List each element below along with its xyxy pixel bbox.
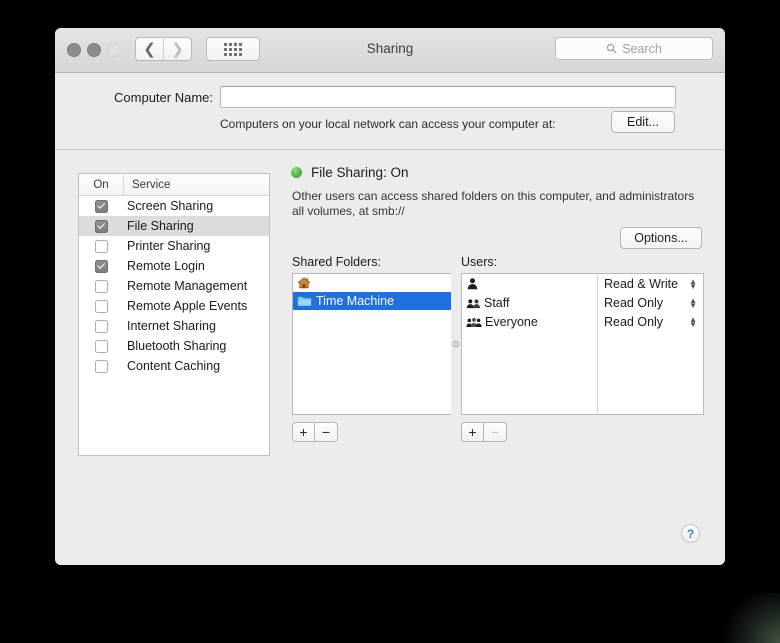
users-list[interactable]: Staff Everyone Read & Write ▲ ▼ Read Only ▲ ▼ R…	[461, 273, 704, 415]
service-name-label: Bluetooth Sharing	[127, 339, 227, 353]
user-permission-value: Read Only	[604, 295, 664, 310]
service-description: Other users can access shared folders on…	[292, 189, 695, 218]
computer-name-section: Computer Name: Computers on your local n…	[55, 73, 725, 150]
checkbox-checked-icon[interactable]	[94, 199, 108, 213]
chevron-updown-icon[interactable]: ▲ ▼	[689, 277, 697, 290]
help-button[interactable]: ?	[681, 524, 700, 543]
checkbox-unchecked-icon[interactable]	[94, 239, 108, 253]
user-row[interactable]: Everyone	[462, 312, 597, 331]
service-checkbox-cell[interactable]	[79, 279, 123, 293]
user-name-label: Everyone	[485, 314, 538, 329]
service-row[interactable]: Screen Sharing	[79, 196, 269, 216]
service-name-label: Content Caching	[127, 359, 221, 373]
checkbox-checked-icon[interactable]	[94, 259, 108, 273]
checkbox-checked-icon[interactable]	[94, 219, 108, 233]
remove-shared-folder-button[interactable]: −	[315, 422, 338, 442]
shared-folders-list[interactable]: Time Machine	[292, 273, 452, 415]
users-label: Users:	[461, 255, 498, 269]
computer-name-label: Computer Name:	[114, 90, 213, 105]
user-permission-popup[interactable]: Read Only ▲ ▼	[598, 293, 703, 312]
service-name-label: Remote Apple Events	[127, 299, 248, 313]
service-status-title: File Sharing: On	[311, 165, 409, 180]
column-header-service: Service	[132, 178, 171, 191]
window-titlebar: ❮ ❯ Sharing Search	[55, 28, 725, 73]
checkbox-unchecked-icon[interactable]	[94, 339, 108, 353]
user-permission-popup[interactable]: Read Only ▲ ▼	[598, 312, 703, 331]
shared-folder-row[interactable]: Time Machine	[293, 292, 451, 310]
service-row[interactable]: Remote Login	[79, 256, 269, 276]
chevron-updown-icon[interactable]: ▲ ▼	[689, 315, 697, 328]
column-header-on: On	[79, 174, 124, 195]
service-row[interactable]: File Sharing	[79, 216, 269, 236]
users-permissions-column: Read & Write ▲ ▼ Read Only ▲ ▼ Read Only ▲ ▼	[598, 274, 703, 414]
add-user-button[interactable]: +	[461, 422, 484, 442]
shared-folders-plus-minus: + −	[292, 422, 338, 442]
computer-name-input[interactable]	[220, 86, 676, 108]
user-permission-value: Read Only	[604, 314, 664, 329]
three-users-icon	[466, 317, 482, 327]
add-shared-folder-button[interactable]: +	[292, 422, 315, 442]
chevron-updown-icon[interactable]: ▲ ▼	[689, 296, 697, 309]
service-row[interactable]: Bluetooth Sharing	[79, 336, 269, 356]
service-row[interactable]: Internet Sharing	[79, 316, 269, 336]
user-name-label: Staff	[484, 295, 510, 310]
corner-tint-artifact	[720, 593, 780, 643]
splitter-grip-icon[interactable]	[452, 340, 459, 348]
options-button[interactable]: Options...	[620, 227, 702, 249]
service-name-label: Internet Sharing	[127, 319, 216, 333]
checkbox-unchecked-icon[interactable]	[94, 319, 108, 333]
service-row[interactable]: Printer Sharing	[79, 236, 269, 256]
users-plus-minus: + −	[461, 422, 507, 442]
user-permission-popup[interactable]: Read & Write ▲ ▼	[598, 274, 703, 293]
user-row[interactable]	[462, 274, 597, 293]
checkbox-unchecked-icon[interactable]	[94, 299, 108, 313]
services-list[interactable]: On Service Screen Sharing File Sharing Pri…	[78, 173, 270, 456]
service-row[interactable]: Remote Apple Events	[79, 296, 269, 316]
user-permission-value: Read & Write	[604, 276, 679, 291]
checkbox-unchecked-icon[interactable]	[94, 279, 108, 293]
shared-folders-label: Shared Folders:	[292, 255, 381, 269]
service-checkbox-cell[interactable]	[79, 239, 123, 253]
service-name-label: Remote Management	[127, 279, 248, 293]
services-rows-container: Screen Sharing File Sharing Printer Sharin…	[79, 196, 269, 376]
blue-folder-icon	[297, 296, 312, 307]
user-row[interactable]: Staff	[462, 293, 597, 312]
single-user-icon	[467, 278, 478, 290]
service-row[interactable]: Remote Management	[79, 276, 269, 296]
shared-folder-row[interactable]	[293, 274, 451, 292]
status-indicator-dot	[291, 167, 302, 178]
search-icon	[607, 43, 617, 54]
two-users-icon	[466, 298, 481, 308]
service-checkbox-cell[interactable]	[79, 199, 123, 213]
service-checkbox-cell[interactable]	[79, 259, 123, 273]
panel-splitter[interactable]	[451, 273, 460, 415]
users-names-column: Staff Everyone	[462, 274, 598, 414]
service-row[interactable]: Content Caching	[79, 356, 269, 376]
services-list-header: On Service	[79, 174, 269, 196]
service-checkbox-cell[interactable]	[79, 299, 123, 313]
service-checkbox-cell[interactable]	[79, 319, 123, 333]
checkbox-unchecked-icon[interactable]	[94, 359, 108, 373]
service-status-row: File Sharing: On	[291, 165, 409, 180]
edit-button[interactable]: Edit...	[611, 111, 675, 133]
service-checkbox-cell[interactable]	[79, 359, 123, 373]
service-name-label: Printer Sharing	[127, 239, 211, 253]
network-access-help-text: Computers on your local network can acce…	[220, 117, 556, 131]
search-placeholder: Search	[622, 41, 662, 56]
service-checkbox-cell[interactable]	[79, 339, 123, 353]
service-name-label: Remote Login	[127, 259, 205, 273]
home-folder-icon	[297, 277, 311, 289]
service-name-label: Screen Sharing	[127, 199, 214, 213]
search-field[interactable]: Search	[555, 37, 713, 60]
remove-user-button: −	[484, 422, 507, 442]
shared-folder-name: Time Machine	[316, 294, 395, 308]
main-content: On Service Screen Sharing File Sharing Pri…	[55, 150, 725, 565]
service-checkbox-cell[interactable]	[79, 219, 123, 233]
service-name-label: File Sharing	[127, 219, 194, 233]
sharing-preferences-window: ❮ ❯ Sharing Search Computer Name: Comput…	[55, 28, 725, 565]
